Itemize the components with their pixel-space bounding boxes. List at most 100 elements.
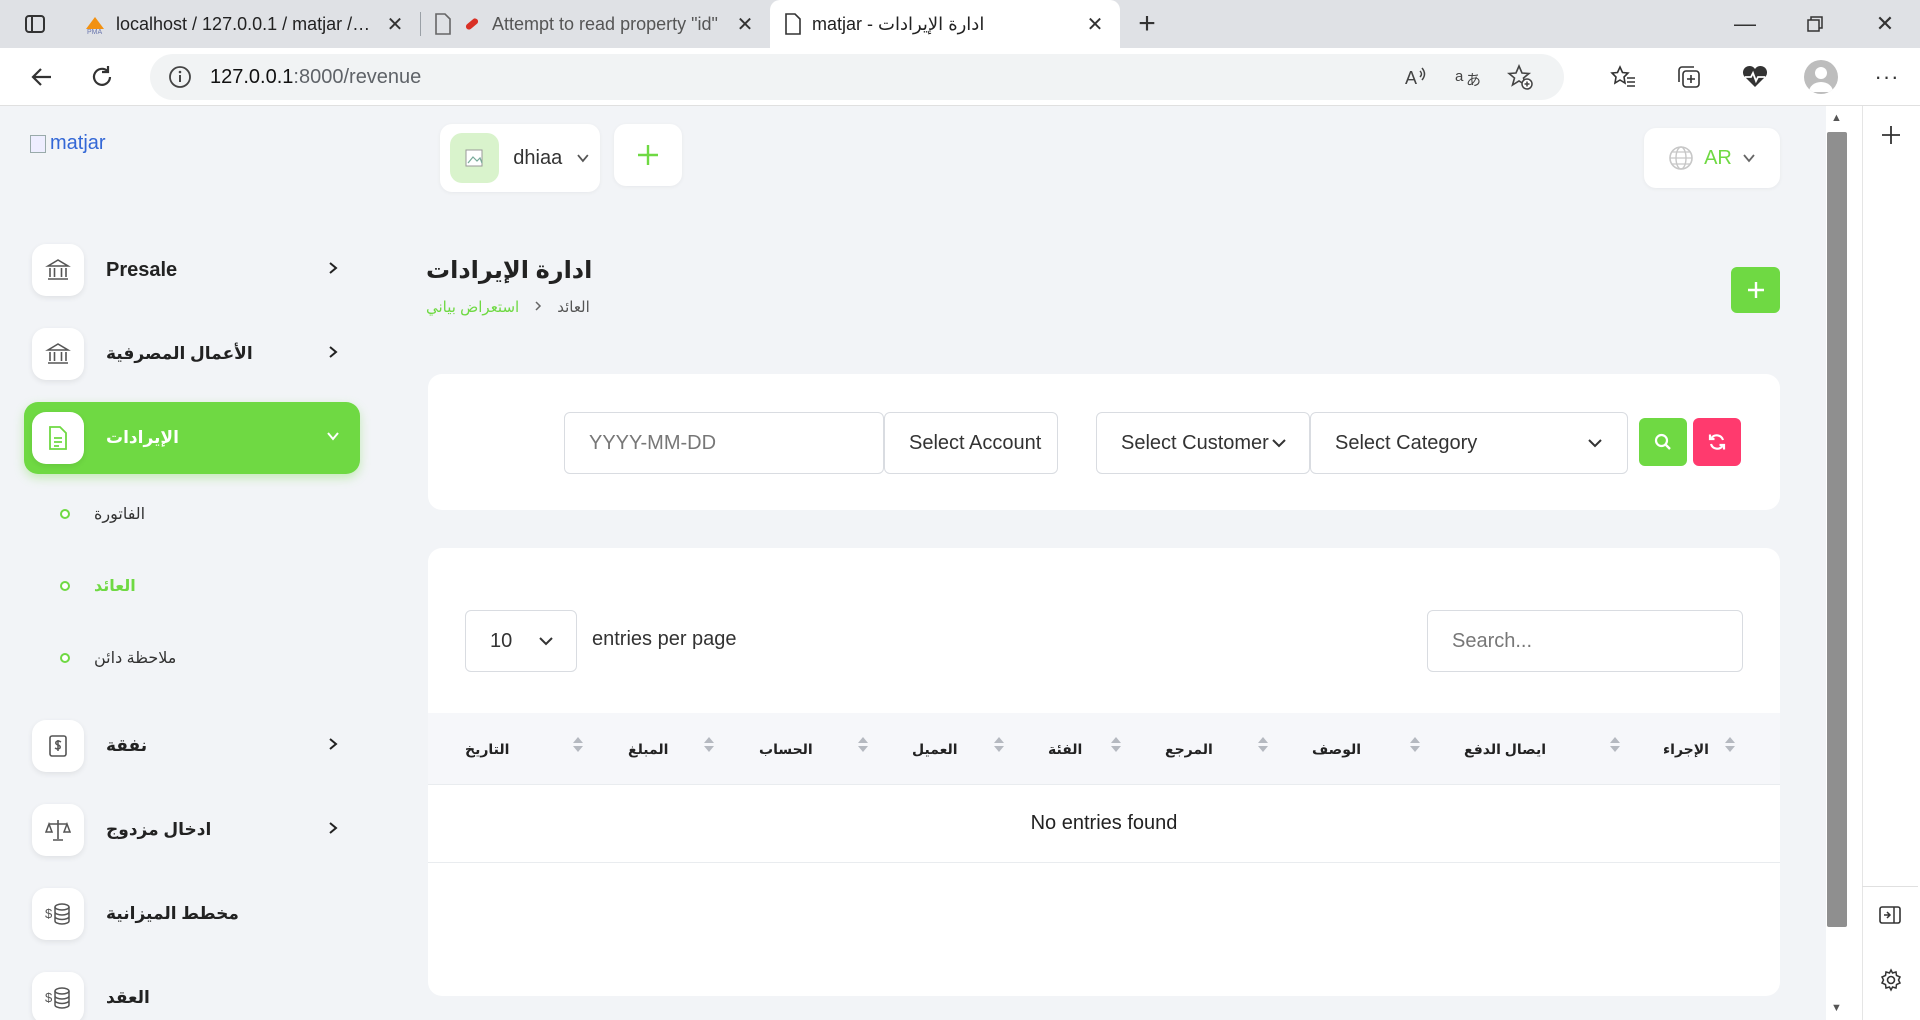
reload-icon[interactable] <box>72 48 132 106</box>
profile-avatar[interactable] <box>1788 48 1854 106</box>
user-menu[interactable]: dhiaa <box>440 124 600 192</box>
sidebar-item-revenue[interactable]: الإيرادات <box>24 402 360 474</box>
minimize-icon[interactable]: — <box>1710 0 1780 48</box>
column-header-date[interactable]: التاريخ <box>465 713 509 785</box>
close-tab-icon[interactable]: ✕ <box>384 12 406 37</box>
browser-tab-phpmyadmin[interactable]: PMA localhost / 127.0.0.1 / matjar / ba … <box>70 0 420 48</box>
scroll-up-icon[interactable]: ▲ <box>1831 112 1842 124</box>
chevron-down-icon <box>539 637 553 646</box>
refresh-icon <box>1708 434 1726 450</box>
close-window-icon[interactable]: ✕ <box>1850 0 1920 48</box>
sort-icon[interactable] <box>704 737 714 752</box>
sort-icon[interactable] <box>573 737 583 752</box>
sort-icon[interactable] <box>1410 737 1420 752</box>
sort-icon[interactable] <box>858 737 868 752</box>
sidebar-item-double-entry[interactable]: ادخال مزدوج <box>24 794 360 866</box>
scale-icon <box>32 804 84 856</box>
tab-actions-button[interactable] <box>0 0 70 48</box>
bank-icon <box>32 328 84 380</box>
settings-gear-icon[interactable] <box>1862 968 1920 992</box>
collections-icon[interactable] <box>1656 48 1722 106</box>
receipt-dollar-icon <box>32 720 84 772</box>
browser-tab-error[interactable]: Attempt to read property "id" ✕ <box>420 0 770 48</box>
translate-icon[interactable]: aあ <box>1442 65 1494 89</box>
new-tab-button[interactable]: + <box>1120 0 1174 48</box>
hide-sidebar-icon[interactable] <box>1862 886 1918 925</box>
browser-tab-active[interactable]: matjar - ادارة الإيرادات ✕ <box>770 0 1120 48</box>
breadcrumb-link[interactable]: استعراض بياني <box>426 298 519 316</box>
info-icon[interactable] <box>168 65 192 89</box>
add-favorite-icon[interactable] <box>1494 64 1546 90</box>
favorites-icon[interactable] <box>1590 48 1656 106</box>
table-header: التاريخ المبلغ الحساب العميل الفئة المرج… <box>428 713 1780 785</box>
table-search-input[interactable] <box>1427 610 1743 672</box>
more-options-icon[interactable]: ··· <box>1854 48 1920 106</box>
bullet-icon <box>60 509 70 519</box>
empty-table-message: No entries found <box>428 785 1780 863</box>
bug-icon <box>465 18 479 30</box>
chevron-down-icon <box>1272 439 1286 448</box>
column-header-account[interactable]: الحساب <box>759 713 813 785</box>
column-header-payment-receipt[interactable]: ايصال الدفع <box>1464 713 1546 785</box>
page-viewport: matjar Presale الأعمال المصرفية الإيرادا… <box>0 106 1826 1020</box>
sort-icon[interactable] <box>1610 737 1620 752</box>
quick-add-button[interactable] <box>614 124 682 186</box>
category-select[interactable]: Select Category <box>1310 412 1628 474</box>
entries-per-page-select[interactable]: 10 <box>465 610 577 672</box>
apply-filter-button[interactable] <box>1639 418 1687 466</box>
submenu-item-invoice[interactable]: الفاتورة <box>60 504 145 524</box>
customer-select[interactable]: Select Customer <box>1096 412 1310 474</box>
sidebar: matjar Presale الأعمال المصرفية الإيرادا… <box>0 106 380 1020</box>
chevron-down-icon <box>1743 154 1755 163</box>
sidebar-item-contract[interactable]: $ العقد <box>24 962 360 1020</box>
url-field[interactable]: 127.0.0.1:8000/revenue A aあ <box>150 54 1564 100</box>
sidebar-item-budget-plan[interactable]: $ مخطط الميزانية <box>24 878 360 950</box>
language-selector[interactable]: AR <box>1644 128 1780 188</box>
search-icon <box>1654 433 1671 450</box>
date-filter-input[interactable] <box>564 412 884 474</box>
close-tab-icon[interactable]: ✕ <box>1084 12 1106 37</box>
submenu-label: ملاحظة دائن <box>94 650 177 667</box>
column-header-amount[interactable]: المبلغ <box>628 713 668 785</box>
sort-icon[interactable] <box>994 737 1004 752</box>
column-header-description[interactable]: الوصف <box>1312 713 1361 785</box>
close-tab-icon[interactable]: ✕ <box>734 12 756 37</box>
chevron-right-icon <box>326 821 340 840</box>
sort-icon[interactable] <box>1111 737 1121 752</box>
column-header-customer[interactable]: العميل <box>912 713 958 785</box>
browser-toolbar: ··· <box>1590 48 1920 106</box>
address-bar: 127.0.0.1:8000/revenue A aあ ··· <box>0 48 1920 106</box>
sidebar-item-banking[interactable]: الأعمال المصرفية <box>24 318 360 390</box>
filter-card: Select Account Select Customer Select Ca… <box>428 374 1780 510</box>
column-header-action[interactable]: الإجراء <box>1663 713 1709 785</box>
app-logo[interactable]: matjar <box>30 132 106 155</box>
health-icon[interactable] <box>1722 48 1788 106</box>
sort-icon[interactable] <box>1725 737 1735 752</box>
sidebar-item-expense[interactable]: نفقة <box>24 710 360 782</box>
bank-icon <box>32 244 84 296</box>
url-text: 127.0.0.1:8000/revenue <box>210 65 422 88</box>
chevron-right-icon <box>326 345 340 364</box>
sidebar-item-label: مخطط الميزانية <box>106 904 239 923</box>
scrollbar-thumb[interactable] <box>1827 132 1847 927</box>
pma-icon: PMA <box>86 17 104 35</box>
back-icon[interactable] <box>12 48 72 106</box>
submenu-item-credit-note[interactable]: ملاحظة دائن <box>60 648 176 668</box>
reset-filter-button[interactable] <box>1693 418 1741 466</box>
add-revenue-button[interactable] <box>1731 267 1780 313</box>
read-aloud-icon[interactable]: A <box>1390 65 1442 89</box>
category-select-value: Select Category <box>1335 431 1478 454</box>
restore-icon[interactable] <box>1780 0 1850 48</box>
chevron-right-icon <box>326 261 340 280</box>
scroll-down-icon[interactable]: ▼ <box>1831 1002 1842 1014</box>
submenu-item-revenue[interactable]: العائد <box>60 576 136 596</box>
column-header-reference[interactable]: المرجع <box>1165 713 1213 785</box>
sidebar-item-label: الإيرادات <box>106 428 179 447</box>
sidebar-item-presale[interactable]: Presale <box>24 234 360 306</box>
account-select[interactable]: Select Account <box>884 412 1058 474</box>
column-header-category[interactable]: الفئة <box>1048 713 1082 785</box>
sort-icon[interactable] <box>1258 737 1268 752</box>
avatar <box>450 133 500 183</box>
add-sidebar-app-icon[interactable] <box>1862 124 1920 146</box>
bullet-icon <box>60 581 70 591</box>
